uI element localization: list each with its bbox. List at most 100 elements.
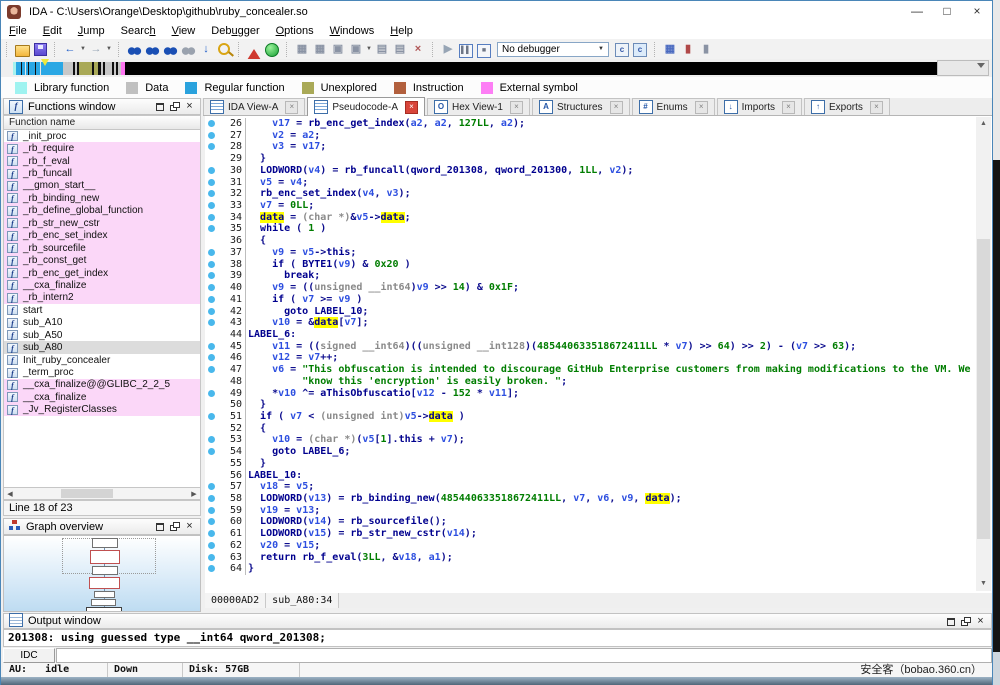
panel-float-icon[interactable]: [167, 520, 182, 533]
function-row[interactable]: fsub_A10: [4, 317, 200, 329]
panel-maximize-icon[interactable]: [152, 520, 167, 533]
breakpoint-add-icon[interactable]: ▮: [680, 42, 696, 57]
code-line[interactable]: 39 break;: [205, 270, 974, 282]
function-row[interactable]: f_Jv_RegisterClasses: [4, 404, 200, 416]
debug-misc-icon-2[interactable]: c: [633, 43, 647, 57]
code-line[interactable]: 26 v17 = rb_enc_get_index(a2, a2, 127LL,…: [205, 118, 974, 130]
code-line[interactable]: 31 v5 = v4;: [205, 177, 974, 189]
function-row[interactable]: f_rb_str_new_cstr: [4, 217, 200, 229]
code-line[interactable]: 40 v9 = ((unsigned __int64)v9 >> 14) & 0…: [205, 282, 974, 294]
code-line[interactable]: 61 LODWORD(v15) = rb_str_new_cstr(v14);: [205, 528, 974, 540]
code-line[interactable]: 38 if ( BYTE1(v9) & 0x20 ): [205, 259, 974, 271]
graph-overview-canvas[interactable]: [3, 535, 201, 612]
menu-item-help[interactable]: Help: [382, 25, 421, 37]
code-line[interactable]: 46 v12 = v7++;: [205, 352, 974, 364]
breakpoint-remove-icon[interactable]: ▮: [698, 42, 714, 57]
search-binoculars-icon-2[interactable]: [145, 43, 160, 56]
idc-command-input[interactable]: [56, 648, 992, 663]
function-row[interactable]: f_rb_binding_new: [4, 192, 200, 204]
code-line[interactable]: 43 v10 = &data[v7];: [205, 317, 974, 329]
tab-pseudocode-a[interactable]: Pseudocode-A×: [307, 97, 425, 116]
debug-tool-icon-5[interactable]: ▤: [374, 42, 390, 57]
scroll-right-icon[interactable]: ▶: [188, 490, 200, 498]
debug-tool-icon-6[interactable]: ▤: [392, 42, 408, 57]
code-line[interactable]: 29 }: [205, 153, 974, 165]
search-binoculars-disabled-icon[interactable]: [181, 43, 196, 56]
menu-item-jump[interactable]: Jump: [70, 25, 113, 37]
tab-hex-view-1[interactable]: OHex View-1×: [427, 98, 530, 115]
stop-process-icon[interactable]: ■: [477, 44, 491, 58]
function-row[interactable]: fstart: [4, 304, 200, 316]
menu-item-windows[interactable]: Windows: [322, 25, 383, 37]
code-line[interactable]: 60 LODWORD(v14) = rb_sourcefile();: [205, 516, 974, 528]
script-snippets-icon[interactable]: ▦: [662, 42, 678, 57]
panel-float-icon[interactable]: [167, 100, 182, 113]
open-file-icon[interactable]: [15, 45, 30, 57]
debug-tool-icon-4[interactable]: ▣: [348, 42, 364, 57]
function-row[interactable]: f__cxa_finalize: [4, 279, 200, 291]
back-history-dropdown-icon[interactable]: ▼: [79, 46, 87, 52]
navband-scroll-arrows[interactable]: [3, 61, 12, 75]
pseudocode-vertical-scrollbar[interactable]: ▲ ▼: [976, 117, 991, 591]
code-line[interactable]: 36 {: [205, 235, 974, 247]
debug-tool-dropdown-icon[interactable]: ▼: [365, 46, 373, 52]
tab-imports[interactable]: ↓Imports×: [717, 98, 802, 115]
search-binoculars-icon-1[interactable]: [127, 43, 142, 56]
start-process-icon[interactable]: ▶: [440, 42, 456, 57]
function-row[interactable]: f_rb_define_global_function: [4, 205, 200, 217]
code-line[interactable]: 62 v20 = v15;: [205, 540, 974, 552]
tab-close-icon[interactable]: ×: [610, 101, 623, 114]
scroll-down-icon[interactable]: ▼: [976, 577, 991, 591]
debug-tool-icon-2[interactable]: ▦: [312, 42, 328, 57]
menu-item-options[interactable]: Options: [268, 25, 322, 37]
function-row[interactable]: f_rb_f_eval: [4, 155, 200, 167]
menu-item-search[interactable]: Search: [113, 25, 164, 37]
function-row[interactable]: f_rb_funcall: [4, 167, 200, 179]
code-line[interactable]: 37 v9 = v5->this;: [205, 247, 974, 259]
scrollbar-thumb[interactable]: [61, 489, 113, 498]
tab-close-icon[interactable]: ×: [405, 101, 418, 114]
minimize-button[interactable]: —: [902, 1, 932, 23]
function-row[interactable]: f__cxa_finalize@@GLIBC_2_2_5: [4, 379, 200, 391]
code-line[interactable]: 27 v2 = a2;: [205, 130, 974, 142]
highlight-search-icon[interactable]: [218, 43, 230, 55]
function-row[interactable]: f_rb_enc_set_index: [4, 230, 200, 242]
code-line[interactable]: 32 rb_enc_set_index(v4, v3);: [205, 188, 974, 200]
panel-close-icon[interactable]: ×: [182, 520, 197, 533]
function-row[interactable]: f_rb_sourcefile: [4, 242, 200, 254]
close-button[interactable]: ×: [962, 1, 992, 23]
code-line[interactable]: 64}: [205, 563, 974, 575]
code-line[interactable]: 55 }: [205, 458, 974, 470]
code-line[interactable]: 34 data = (char *)&v5->data;: [205, 212, 974, 224]
code-line[interactable]: 42 goto LABEL_10;: [205, 306, 974, 318]
code-line[interactable]: 45 v11 = ((signed __int64)((unsigned __i…: [205, 341, 974, 353]
menu-item-edit[interactable]: Edit: [35, 25, 70, 37]
pause-process-icon[interactable]: ▌▌: [459, 44, 473, 58]
code-line[interactable]: 56LABEL_10:: [205, 470, 974, 482]
forward-history-dropdown-icon[interactable]: ▼: [105, 46, 113, 52]
code-line[interactable]: 33 v7 = 0LL;: [205, 200, 974, 212]
tab-exports[interactable]: ↑Exports×: [804, 98, 890, 115]
panel-close-icon[interactable]: ×: [182, 100, 197, 113]
delete-icon[interactable]: ×: [410, 42, 426, 57]
code-line[interactable]: 30 LODWORD(v4) = rb_funcall(qword_201308…: [205, 165, 974, 177]
idc-button[interactable]: IDC: [3, 648, 55, 663]
tab-close-icon[interactable]: ×: [870, 101, 883, 114]
tab-close-icon[interactable]: ×: [782, 101, 795, 114]
scroll-left-icon[interactable]: ◀: [4, 490, 16, 498]
search-binoculars-icon-3[interactable]: [163, 43, 178, 56]
panel-close-icon[interactable]: ×: [973, 615, 988, 628]
code-line[interactable]: 63 return rb_f_eval(3LL, &v18, a1);: [205, 552, 974, 564]
code-line[interactable]: 58 LODWORD(v13) = rb_binding_new(4854406…: [205, 493, 974, 505]
problems-icon[interactable]: [247, 42, 261, 60]
debug-misc-icon-1[interactable]: c: [615, 43, 629, 57]
function-row[interactable]: f_rb_enc_get_index: [4, 267, 200, 279]
menu-item-view[interactable]: View: [164, 25, 204, 37]
save-file-icon[interactable]: [34, 43, 47, 56]
scrollbar-thumb[interactable]: [977, 239, 990, 539]
function-row[interactable]: f__gmon_start__: [4, 180, 200, 192]
code-line[interactable]: 44LABEL_6:: [205, 329, 974, 341]
functions-list[interactable]: f_init_procf_rb_requiref_rb_f_evalf_rb_f…: [3, 130, 201, 487]
tab-structures[interactable]: AStructures×: [532, 98, 630, 115]
pseudocode-view[interactable]: 26 v17 = rb_enc_get_index(a2, a2, 127LL,…: [205, 116, 992, 593]
